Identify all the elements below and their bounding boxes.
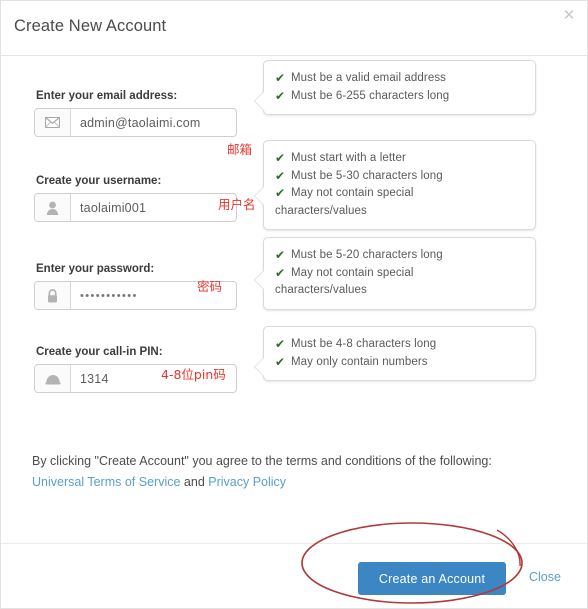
field-label-username: Create your username: xyxy=(36,175,162,187)
tooltip-password-rules: ✔ Must be 5-20 characters long ✔ May not… xyxy=(254,237,536,310)
close-link[interactable]: Close xyxy=(529,570,561,584)
terms-block: By clicking "Create Account" you agree t… xyxy=(32,451,542,493)
rule-text-continuation: characters/values xyxy=(275,284,367,296)
check-icon: ✔ xyxy=(275,248,286,262)
close-icon[interactable]: ✕ xyxy=(560,7,578,25)
field-email: Enter your email address: admin@taolaimi… xyxy=(34,90,237,137)
tooltip-arrow-inner-icon xyxy=(255,187,264,205)
dialog-header: Create New Account ✕ xyxy=(1,1,587,56)
pin-input-value[interactable]: 1314 xyxy=(71,365,236,392)
annotation-email: 邮箱 xyxy=(227,142,253,157)
rule-item: ✔ Must be 5-20 characters long xyxy=(275,247,523,265)
user-icon xyxy=(35,194,71,221)
field-pin: Create your call-in PIN: 1314 xyxy=(34,346,237,393)
password-input-group[interactable]: ••••••••••• xyxy=(34,281,237,310)
rule-text: Must be 6-255 characters long xyxy=(291,89,450,102)
rule-text-continuation: characters/values xyxy=(275,204,367,217)
terms-conjunction: and xyxy=(183,475,205,489)
password-input-value[interactable]: ••••••••••• xyxy=(71,282,236,309)
envelope-icon xyxy=(35,109,71,136)
rule-item: ✔ Must be a valid email address xyxy=(275,70,523,88)
tooltip-arrow-inner-icon xyxy=(255,271,264,289)
check-icon: ✔ xyxy=(275,151,286,165)
check-icon: ✔ xyxy=(275,354,286,369)
create-account-button[interactable]: Create an Account xyxy=(358,562,506,595)
pin-input-group[interactable]: 1314 xyxy=(34,364,237,393)
create-account-dialog: Create New Account ✕ Enter your email ad… xyxy=(0,0,588,609)
rule-text: May not contain special xyxy=(291,187,414,199)
rule-item: ✔ Must be 6-255 characters long xyxy=(275,88,523,106)
rule-text: Must be 5-20 characters long xyxy=(291,249,443,261)
link-privacy-policy[interactable]: Privacy Policy xyxy=(208,475,286,489)
tooltip-email-rules: ✔ Must be a valid email address ✔ Must b… xyxy=(254,60,536,115)
link-universal-terms-of-service[interactable]: Universal Terms of Service xyxy=(32,475,180,489)
field-label-password: Enter your password: xyxy=(36,263,155,275)
rule-text: Must start with a letter xyxy=(291,152,406,164)
field-username: Create your username: taolaimi001 xyxy=(34,175,237,222)
tooltip-username-rules: ✔ Must start with a letter ✔ Must be 5-3… xyxy=(254,140,536,230)
tooltip-pin-rules: ✔ Must be 4-8 characters long ✔ May only… xyxy=(254,326,536,381)
rule-text: Must be 5-30 characters long xyxy=(291,169,443,182)
field-label-pin: Create your call-in PIN: xyxy=(36,346,163,358)
rule-item: ✔ Must be 4-8 characters long xyxy=(275,336,523,354)
email-input-value[interactable]: admin@taolaimi.com xyxy=(71,109,236,136)
tooltip-arrow-inner-icon xyxy=(255,92,264,110)
rule-text: May not contain special xyxy=(291,266,414,279)
terms-text: By clicking "Create Account" you agree t… xyxy=(32,454,492,468)
rule-item: ✔ Must start with a letter xyxy=(275,150,523,168)
check-icon: ✔ xyxy=(275,168,286,183)
field-password: Enter your password: ••••••••••• xyxy=(34,263,237,310)
username-input-value[interactable]: taolaimi001 xyxy=(71,194,236,221)
rule-text: May only contain numbers xyxy=(291,355,428,368)
check-icon: ✔ xyxy=(275,265,286,280)
rule-item: ✔ Must be 5-30 characters long xyxy=(275,168,523,186)
dialog-footer: Create an Account Close xyxy=(1,543,587,609)
telephone-icon xyxy=(35,365,71,392)
rule-item: ✔ May not contain special xyxy=(275,265,523,283)
rule-item: ✔ May only contain numbers xyxy=(275,354,523,372)
rule-text: Must be 4-8 characters long xyxy=(291,338,437,350)
field-label-email: Enter your email address: xyxy=(36,90,178,102)
check-icon: ✔ xyxy=(275,71,286,85)
tooltip-arrow-inner-icon xyxy=(255,358,264,376)
username-input-group[interactable]: taolaimi001 xyxy=(34,193,237,222)
email-input-group[interactable]: admin@taolaimi.com xyxy=(34,108,237,137)
check-icon: ✔ xyxy=(275,88,286,103)
check-icon: ✔ xyxy=(275,186,286,200)
check-icon: ✔ xyxy=(275,337,286,351)
dialog-title: Create New Account xyxy=(14,17,167,35)
rule-item: ✔ May not contain special xyxy=(275,185,523,203)
rule-text: Must be a valid email address xyxy=(291,72,447,84)
lock-icon xyxy=(35,282,71,309)
